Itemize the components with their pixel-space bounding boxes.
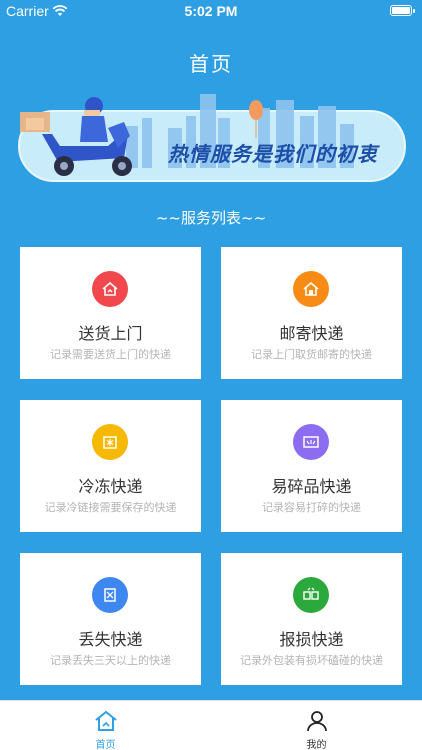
clock: 5:02 PM: [184, 3, 238, 19]
service-description: 记录冷链接需要保存的快递: [44, 501, 177, 514]
tab-label: 首页: [95, 740, 116, 750]
service-description: 记录外包装有损坏磕碰的快递: [240, 654, 383, 667]
status-bar: Carrier 5:02 PM: [0, 0, 422, 22]
battery-icon: [390, 5, 415, 16]
service-card-fragile-delivery[interactable]: 易碎品快递 记录容易打碎的快递: [221, 400, 402, 532]
home-icon: [95, 710, 117, 731]
service-title: 易碎品快递: [271, 477, 352, 496]
service-title: 丢失快递: [78, 630, 143, 649]
service-title: 邮寄快递: [279, 324, 344, 343]
service-card-mail-delivery[interactable]: 邮寄快递 记录上门取货邮寄的快递: [221, 247, 402, 379]
service-description: 记录容易打碎的快递: [262, 501, 361, 514]
page-title: 首页: [189, 52, 233, 76]
section-title: ~~服务列表~~: [155, 209, 267, 227]
tab-label: 我的: [306, 740, 327, 750]
service-title: 送货上门: [78, 324, 143, 343]
house-icon: [92, 271, 128, 307]
missing-package-icon: [92, 577, 128, 613]
banner-slogan: 热情服务是我们的初衷: [168, 142, 378, 166]
service-description: 记录上门取货邮寄的快递: [251, 348, 372, 361]
service-card-lost-delivery[interactable]: 丢失快递 记录丢失三天以上的快递: [20, 553, 201, 685]
service-title: 报损快递: [279, 630, 344, 649]
user-icon: [307, 711, 327, 732]
service-card-damaged-delivery[interactable]: 报损快递 记录外包装有损坏磕碰的快递: [221, 553, 402, 685]
damaged-package-icon: [293, 577, 329, 613]
service-description: 记录丢失三天以上的快递: [50, 654, 171, 667]
service-title: 冷冻快递: [78, 477, 143, 496]
snowflake-box-icon: [92, 424, 128, 460]
tab-bar: 首页 我的: [0, 700, 422, 750]
tab-mine[interactable]: 我的: [211, 701, 422, 750]
fragile-box-icon: [293, 424, 329, 460]
service-card-frozen-delivery[interactable]: 冷冻快递 记录冷链接需要保存的快递: [20, 400, 201, 532]
service-description: 记录需要送货上门的快递: [50, 348, 171, 361]
mail-house-icon: [293, 271, 329, 307]
tab-home[interactable]: 首页: [0, 701, 211, 750]
service-card-home-delivery[interactable]: 送货上门 记录需要送货上门的快递: [20, 247, 201, 379]
banner: 热情服务是我们的初衷: [18, 88, 406, 190]
